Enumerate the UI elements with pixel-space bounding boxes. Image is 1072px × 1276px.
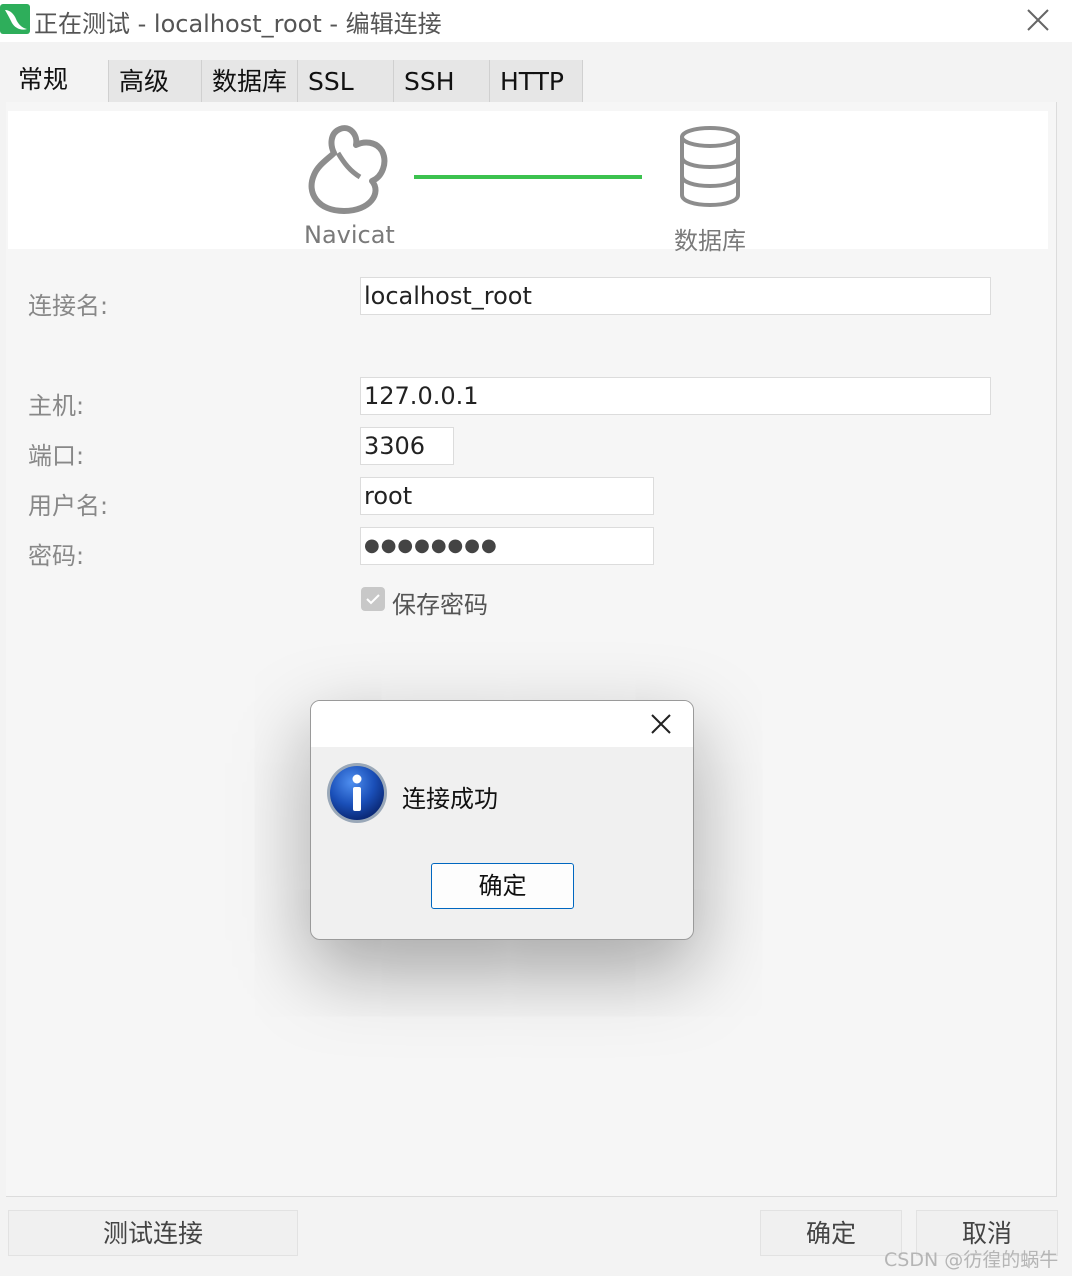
host-label: 主机: (28, 392, 85, 420)
connection-line (414, 175, 642, 179)
watermark: CSDN @彷徨的蜗牛 (884, 1249, 1059, 1271)
ok-button[interactable]: 确定 (760, 1210, 902, 1256)
info-icon (327, 763, 387, 823)
success-dialog: 连接成功 确定 (310, 700, 694, 940)
save-password-checkbox[interactable] (361, 587, 385, 611)
close-icon[interactable] (1024, 6, 1052, 34)
tab-databases[interactable]: 数据库 (202, 60, 298, 102)
tab-bar: 常规 高级 数据库 SSL SSH HTTP (0, 60, 1072, 102)
password-input[interactable]: ●●●●●●●● (360, 527, 654, 565)
database-icon (680, 126, 740, 207)
tab-ssl[interactable]: SSL (298, 60, 394, 102)
dialog-title-bar (311, 701, 693, 747)
username-input[interactable]: root (360, 477, 654, 515)
checkmark-icon (366, 594, 380, 605)
username-label: 用户名: (28, 492, 109, 520)
tab-ssh[interactable]: SSH (394, 60, 490, 102)
connection-name-input[interactable]: localhost_root (360, 277, 991, 315)
port-label: 端口: (28, 442, 85, 470)
host-input[interactable]: 127.0.0.1 (360, 377, 991, 415)
test-connection-button[interactable]: 测试连接 (8, 1210, 298, 1256)
save-password-label: 保存密码 (392, 591, 488, 619)
navicat-logo-icon (308, 125, 388, 214)
connection-diagram: Navicat 数据库 (8, 111, 1048, 255)
dialog-ok-button[interactable]: 确定 (431, 863, 574, 909)
port-input[interactable]: 3306 (360, 427, 454, 465)
dialog-message: 连接成功 (402, 785, 498, 813)
password-label: 密码: (28, 542, 85, 570)
title-bar: 正在测试 - localhost_root - 编辑连接 (0, 0, 1072, 42)
close-icon[interactable] (647, 710, 675, 738)
general-panel (6, 102, 1057, 1197)
connection-name-label: 连接名: (28, 292, 109, 320)
tab-advanced[interactable]: 高级 (109, 60, 202, 102)
navicat-dolphin-icon (0, 4, 30, 34)
tab-general[interactable]: 常规 (8, 60, 109, 102)
database-label: 数据库 (674, 227, 746, 255)
navicat-label: Navicat (304, 221, 395, 249)
tab-http[interactable]: HTTP (490, 60, 583, 102)
window-title: 正在测试 - localhost_root - 编辑连接 (34, 10, 442, 38)
